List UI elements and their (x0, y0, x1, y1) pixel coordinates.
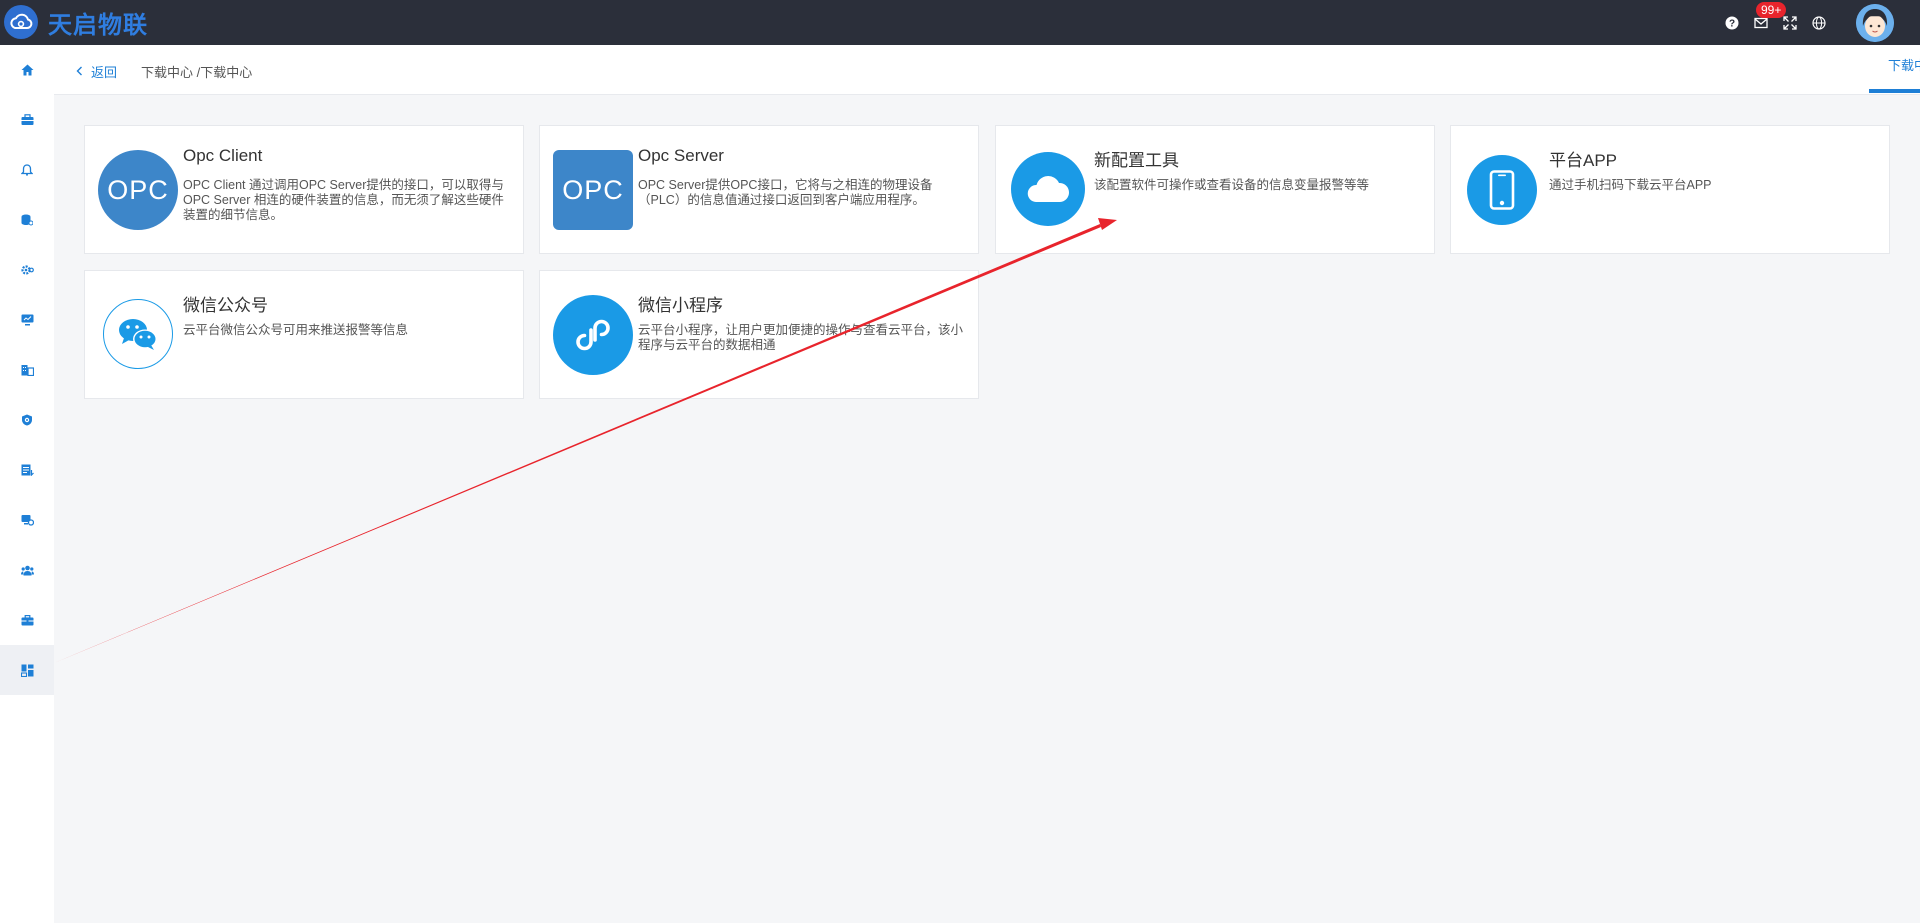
phone-icon (1467, 155, 1537, 225)
card-title: Opc Server (638, 146, 724, 165)
sidebar-item-security[interactable] (0, 395, 54, 445)
opc-client-icon: OPC (98, 150, 178, 230)
opc-server-icon: OPC (553, 150, 633, 230)
sidebar-item-alarm[interactable] (0, 145, 54, 195)
users-icon (20, 565, 34, 575)
svg-text:?: ? (1729, 19, 1735, 30)
sidebar-item-settings[interactable] (0, 245, 54, 295)
cloud-icon (1011, 152, 1085, 226)
card-description: 云平台小程序，让用户更加便捷的操作与查看云平台，该小程序与云平台的数据相通 (638, 323, 964, 352)
sidebar-item-business[interactable] (0, 595, 54, 645)
fullscreen-icon[interactable] (1782, 15, 1798, 31)
card-description: 云平台微信公众号可用来推送报警等信息 (183, 323, 409, 337)
card-title: Opc Client (183, 146, 263, 165)
help-icon[interactable]: ? (1724, 15, 1740, 31)
sidebar-item-device[interactable] (0, 495, 54, 545)
top-bar: 天启物联 ? 99+ (0, 0, 1920, 45)
tab-download-center[interactable]: 下载中心 (1869, 45, 1920, 95)
back-button[interactable]: 返回 (76, 62, 117, 81)
sidebar-item-download[interactable] (0, 645, 54, 695)
settings-icon (20, 265, 34, 275)
brand-name: 天启物联 (48, 10, 148, 39)
sidebar-item-home[interactable] (0, 45, 54, 95)
back-label: 返回 (91, 65, 118, 80)
wechat-icon (103, 299, 173, 369)
breadcrumb: 下载中心 /下载中心 (141, 65, 253, 80)
dashboard-icon (20, 664, 33, 677)
sidebar (0, 45, 54, 923)
card-description: OPC Client 通过调用OPC Server提供的接口，可以取得与 OPC… (183, 178, 504, 222)
database-icon (21, 214, 33, 226)
sidebar-item-building[interactable] (0, 345, 54, 395)
home-icon (21, 64, 33, 76)
download-card-platform-app[interactable]: 平台APP 通过手机扫码下载云平台APP (1450, 125, 1890, 254)
report-icon (21, 464, 34, 476)
avatar[interactable] (1856, 4, 1894, 42)
chevron-left-icon (76, 64, 83, 79)
sidebar-item-toolbox[interactable] (0, 95, 54, 145)
breadcrumb-bar: 返回 下载中心 /下载中心 下载中心 (54, 45, 1920, 95)
card-title: 平台APP (1549, 151, 1618, 170)
toolbox-icon (21, 114, 33, 125)
download-card-opc-server[interactable]: OPC Opc Server OPC Server提供OPC接口，它将与之相连的… (539, 125, 979, 254)
download-card-opc-client[interactable]: OPC Opc Client OPC Client 通过调用OPC Server… (84, 125, 524, 254)
sidebar-item-users[interactable] (0, 545, 54, 595)
card-title: 微信小程序 (638, 296, 723, 315)
bell-icon (21, 164, 33, 176)
card-description: 通过手机扫码下载云平台APP (1549, 178, 1712, 192)
monitor-icon (21, 314, 33, 326)
building-icon (21, 365, 34, 376)
card-title: 微信公众号 (183, 296, 268, 315)
globe-icon[interactable] (1811, 15, 1827, 31)
mini-program-icon (553, 295, 633, 375)
device-settings-icon (21, 515, 34, 526)
sidebar-item-report[interactable] (0, 445, 54, 495)
logo[interactable]: 天启物联 (4, 4, 148, 40)
sidebar-item-monitor[interactable] (0, 295, 54, 345)
download-card-wechat-official[interactable]: 微信公众号 云平台微信公众号可用来推送报警等信息 (84, 270, 524, 399)
briefcase-icon (21, 614, 33, 625)
shield-icon (22, 414, 32, 426)
card-description: OPC Server提供OPC接口，它将与之相连的物理设备（PLC）的信息值通过… (638, 178, 933, 207)
download-card-config-tool[interactable]: 新配置工具 该配置软件可操作或查看设备的信息变量报警等等 (995, 125, 1435, 254)
card-title: 新配置工具 (1094, 151, 1179, 170)
download-card-wechat-mini-program[interactable]: 微信小程序 云平台小程序，让用户更加便捷的操作与查看云平台，该小程序与云平台的数… (539, 270, 979, 399)
card-description: 该配置软件可操作或查看设备的信息变量报警等等 (1094, 178, 1370, 192)
cloud-logo-icon (4, 5, 38, 39)
sidebar-item-data[interactable] (0, 195, 54, 245)
